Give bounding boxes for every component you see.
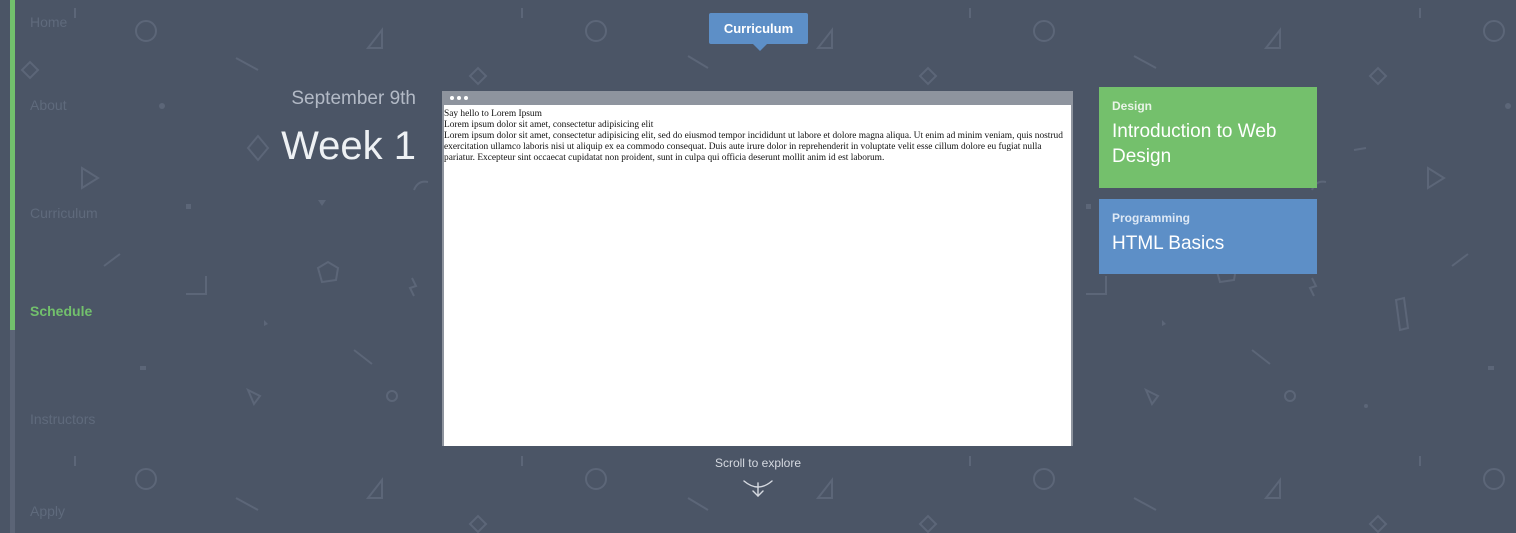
schedule-date: September 9th (291, 88, 416, 109)
nav-item-apply[interactable]: Apply (30, 503, 65, 519)
scroll-hint: Scroll to explore (714, 456, 802, 470)
card-title: HTML Basics (1112, 233, 1225, 254)
card-title: Introduction to Web Design (1112, 121, 1277, 167)
nav-item-instructors[interactable]: Instructors (30, 411, 95, 427)
content-paragraph: Lorem ipsum dolor sit amet, consectetur … (444, 131, 1063, 163)
nav-item-curriculum[interactable]: Curriculum (30, 205, 98, 221)
nav-rail-progress (10, 0, 15, 330)
course-card-programming[interactable]: Programming HTML Basics (1099, 199, 1317, 274)
scroll-down-arrow-icon[interactable] (742, 477, 774, 499)
browser-content: Say hello to Lorem Ipsum Lorem ipsum dol… (444, 105, 1071, 446)
browser-window: Say hello to Lorem Ipsum Lorem ipsum dol… (442, 91, 1073, 446)
browser-toolbar (444, 91, 1071, 105)
card-category: Design (1112, 99, 1153, 113)
tab-curriculum[interactable]: Curriculum (709, 13, 808, 51)
nav-item-about[interactable]: About (30, 97, 67, 113)
nav-item-home[interactable]: Home (30, 14, 67, 30)
nav-item-schedule[interactable]: Schedule (30, 303, 92, 319)
content-subheading: Lorem ipsum dolor sit amet, consectetur … (444, 120, 654, 130)
card-category: Programming (1112, 211, 1191, 225)
window-dots-icon (450, 96, 468, 100)
week-title: Week 1 (281, 124, 416, 168)
course-card-design[interactable]: Design Introduction to Web Design (1099, 87, 1317, 188)
content-heading: Say hello to Lorem Ipsum (444, 109, 542, 119)
